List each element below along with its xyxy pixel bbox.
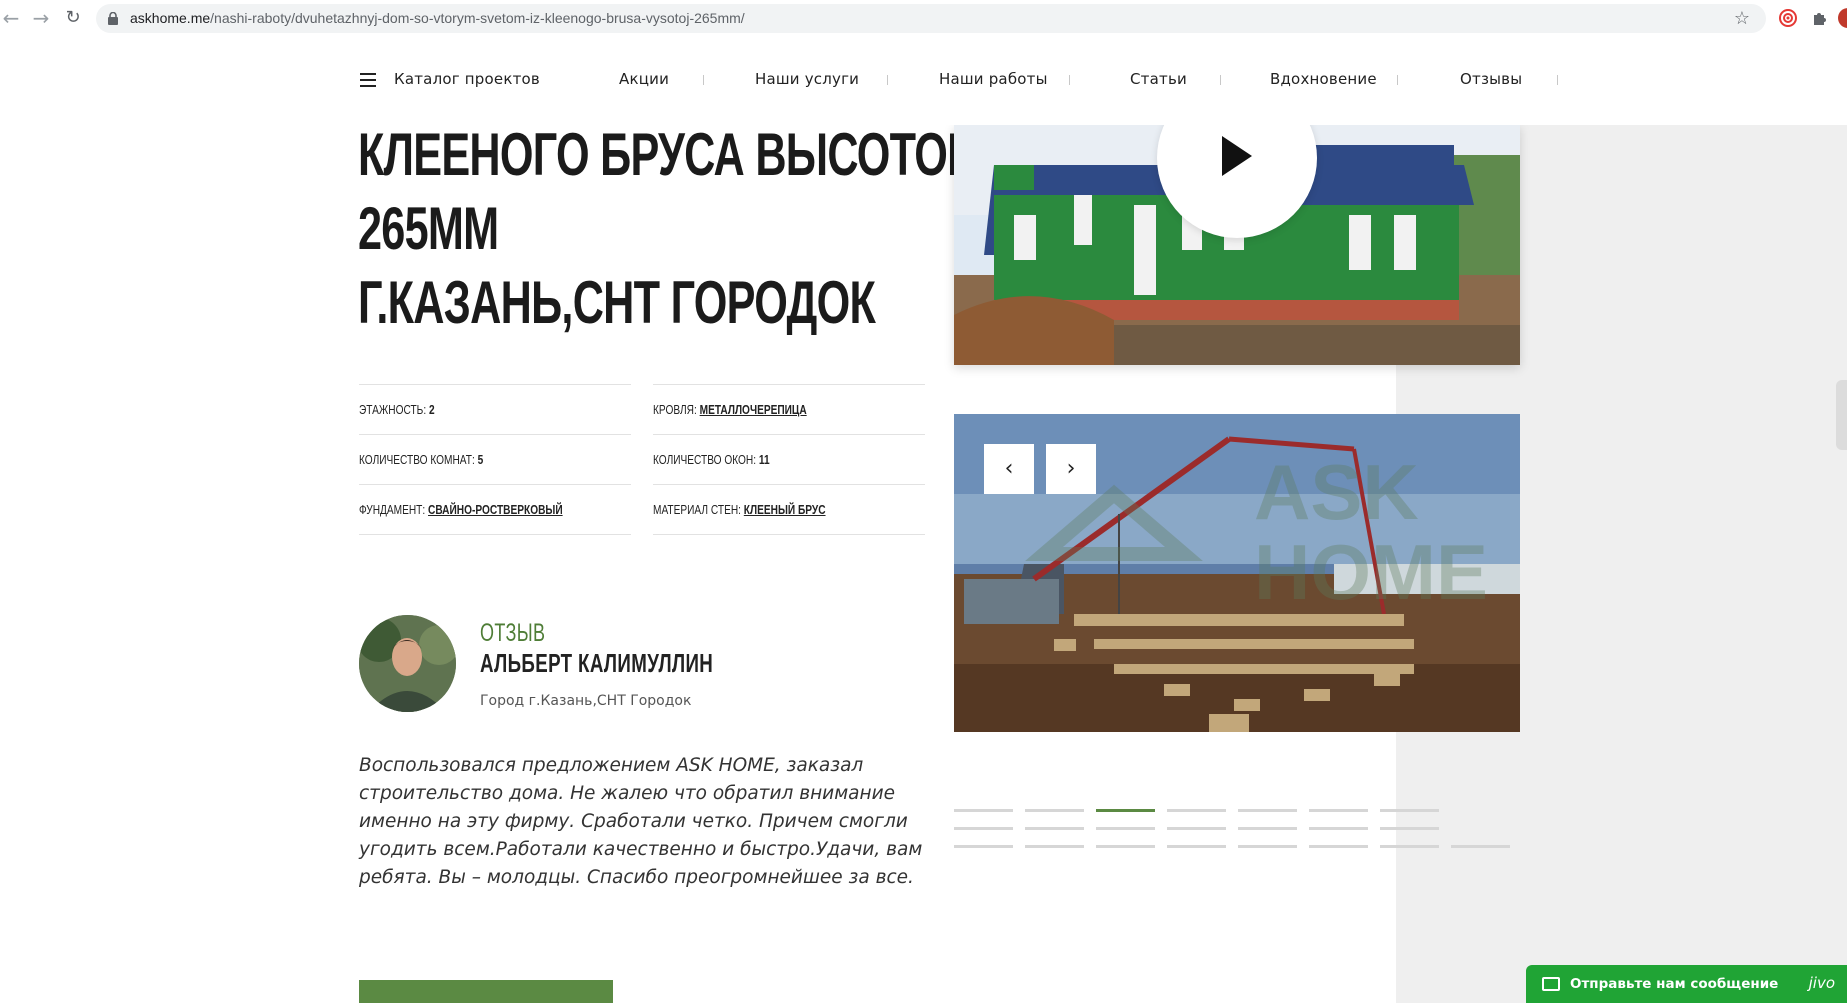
chat-label: Отправьте нам сообщение [1570, 976, 1779, 992]
gallery-prev-button[interactable]: ‹ [984, 444, 1034, 494]
review-text: Воспользовался предложением ASK HOME, за… [359, 755, 923, 888]
divider [653, 534, 925, 535]
pagination-dot[interactable] [1167, 845, 1226, 848]
pagination-dot[interactable] [1380, 809, 1439, 812]
gallery-photo: ASK HOME [954, 414, 1520, 732]
roof-link[interactable]: МЕТАЛЛОЧЕРЕПИЦА [700, 402, 807, 417]
chevron-right-icon: › [1066, 456, 1076, 481]
browser-toolbar: ← → ↻ askhome.me/nashi-raboty/dvuhetazhn… [0, 0, 1847, 38]
envelope-icon [1542, 977, 1560, 991]
address-bar[interactable]: askhome.me/nashi-raboty/dvuhetazhnyj-dom… [96, 4, 1766, 33]
pagination-dot[interactable] [1096, 845, 1155, 848]
prop-windows: Количество окон: 11 [653, 434, 925, 484]
play-icon [1222, 136, 1252, 176]
nav-item-works[interactable]: Наши работы [939, 70, 1048, 88]
walls-link[interactable]: КЛЕЕНЫЙ БРУС [744, 502, 826, 517]
forward-arrow-icon[interactable]: → [30, 7, 52, 29]
puzzle-extensions-icon[interactable] [1810, 8, 1830, 28]
pagination-dot[interactable] [954, 845, 1013, 848]
nav-item-services[interactable]: Наши услуги [755, 70, 859, 88]
pagination-dot[interactable] [1025, 809, 1084, 812]
pagination-dot[interactable] [1238, 827, 1297, 830]
watermark-text: ASK [1254, 448, 1419, 536]
back-arrow-icon[interactable]: ← [0, 7, 22, 29]
jivo-logo: jivo [1808, 974, 1835, 992]
prop-roof: Кровля: МЕТАЛЛОЧЕРЕПИЦА [653, 384, 925, 434]
cta-button[interactable] [359, 980, 613, 1003]
chat-widget[interactable]: Отправьте нам сообщение jivo [1526, 965, 1847, 1003]
page-title: КЛЕЕНОГО БРУСА ВЫСОТОЙ 265ММ Г.КАЗАНЬ,СН… [358, 118, 978, 340]
pagination-dot[interactable] [1451, 845, 1510, 848]
pagination-dot[interactable] [1309, 809, 1368, 812]
nav-item-promotions[interactable]: Акции [619, 70, 669, 88]
reviewer-city: Город г.Казань,СНТ Городок [480, 693, 692, 709]
pagination-dot[interactable] [1167, 809, 1226, 812]
prop-rooms: Количество комнат: 5 [359, 434, 631, 484]
nav-separator [703, 75, 704, 85]
pagination-dot-active[interactable] [1096, 809, 1155, 812]
lock-icon [108, 12, 118, 25]
foundation-link[interactable]: СВАЙНО-РОСТВЕРКОВЫЙ [428, 502, 563, 517]
prop-walls: Материал стен: КЛЕЕНЫЙ БРУС [653, 484, 925, 534]
nav-item-articles[interactable]: Статьи [1130, 70, 1187, 88]
pagination-dot[interactable] [1096, 827, 1155, 830]
nav-separator [1397, 75, 1398, 85]
title-line: 265ММ [358, 195, 499, 262]
review-tag: ОТЗЫВ [480, 619, 546, 647]
avatar [359, 615, 456, 712]
prop-foundation: Фундамент: СВАЙНО-РОСТВЕРКОВЫЙ [359, 484, 631, 534]
pagination-dot[interactable] [1025, 845, 1084, 848]
nav-catalog[interactable]: Каталог проектов [394, 70, 540, 88]
prop-floors: Этажность: 2 [359, 384, 631, 434]
pagination-dot[interactable] [1238, 809, 1297, 812]
pagination-dot[interactable] [1380, 827, 1439, 830]
extension-target-icon[interactable] [1778, 8, 1798, 28]
pagination-dot[interactable] [1025, 827, 1084, 830]
nav-separator [1557, 75, 1558, 85]
pagination-dot[interactable] [1238, 845, 1297, 848]
site-header-nav: Каталог проектов Акции Наши услуги Наши … [0, 37, 1847, 125]
reload-icon[interactable]: ↻ [62, 7, 84, 29]
gallery-next-button[interactable]: › [1046, 444, 1096, 494]
nav-item-inspiration[interactable]: Вдохновение [1270, 70, 1377, 88]
nav-separator [887, 75, 888, 85]
nav-separator [1069, 75, 1070, 85]
pagination-dot[interactable] [954, 827, 1013, 830]
menu-hamburger-icon[interactable] [360, 73, 376, 87]
divider [359, 534, 631, 535]
watermark-text: HOME [1254, 528, 1488, 616]
reviewer-name: АЛЬБЕРТ КАЛИМУЛЛИН [480, 648, 714, 678]
pagination-dot[interactable] [1380, 845, 1439, 848]
profile-avatar[interactable] [1838, 8, 1847, 28]
pagination-dot[interactable] [1167, 827, 1226, 830]
pagination-dot[interactable] [1309, 827, 1368, 830]
title-line: Г.КАЗАНЬ,СНТ ГОРОДОК [358, 269, 876, 336]
url-text: askhome.me/nashi-raboty/dvuhetazhnyj-dom… [130, 10, 745, 26]
nav-separator [1220, 75, 1221, 85]
pagination-dot[interactable] [954, 809, 1013, 812]
pagination-dot[interactable] [1309, 845, 1368, 848]
nav-item-reviews[interactable]: Отзывы [1460, 70, 1522, 88]
title-line: КЛЕЕНОГО БРУСА ВЫСОТОЙ [358, 121, 978, 188]
page-edge-tab [1836, 380, 1847, 450]
bookmark-star-icon[interactable]: ☆ [1734, 8, 1750, 29]
chevron-left-icon: ‹ [1004, 456, 1014, 481]
